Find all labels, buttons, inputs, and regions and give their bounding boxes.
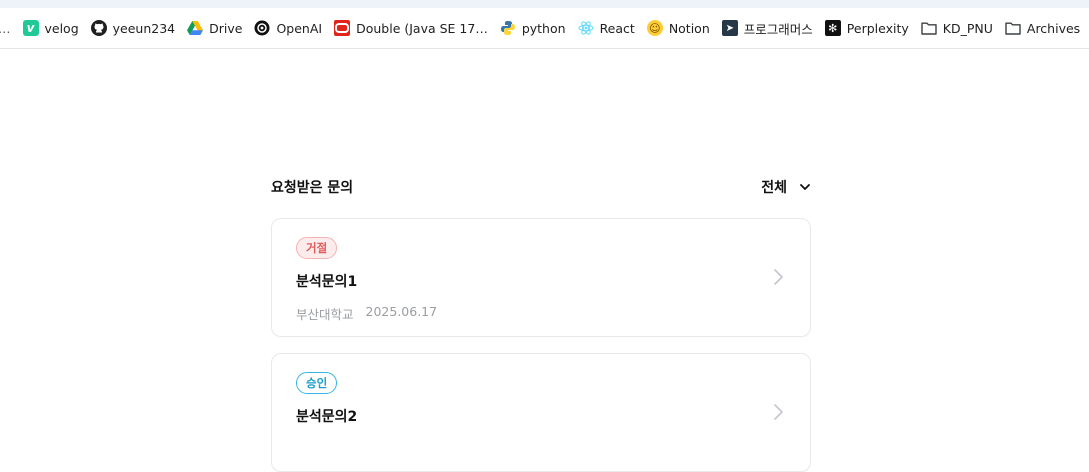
filter-label: 전체 [761,180,787,196]
inquiry-title: 분석문의1 [296,274,358,290]
bookmark-label: Archives [1026,20,1081,36]
bookmark-label: velog [44,20,79,36]
inquiry-title: 분석문의2 [296,409,358,425]
bookmarks-bar: … v velog yeeun234 Drive OpenAI Double (… [0,8,1089,49]
bookmark-label: KD_PNU [942,20,993,36]
folder-icon [921,20,937,36]
bookmark-programmers[interactable]: ➤ 프로그래머스 [716,15,819,41]
bookmark-label: python [521,20,566,36]
bookmark-notion[interactable]: ☺ Notion [641,15,716,41]
oracle-icon [334,20,351,36]
bookmark-perplexity[interactable]: ✻ Perplexity [819,15,915,41]
bookmark-label: OpenAI [276,20,323,36]
page-title: 요청받은 문의 [271,180,354,196]
bookmark-label: Notion [668,20,710,36]
openai-icon [254,20,270,36]
bookmark-label: Drive [209,20,243,36]
python-icon [500,20,516,36]
bookmark-react[interactable]: React [572,15,641,41]
smiley-icon: ☺ [646,20,663,36]
folder-icon [1005,20,1021,36]
bookmark-folder-archives[interactable]: Archives [999,15,1086,41]
status-badge: 거절 [296,237,338,259]
inquiry-card[interactable]: 승인 분석문의2 [271,353,811,472]
section-header: 요청받은 문의 전체 [271,174,811,200]
bookmark-label: React [599,20,635,36]
chevron-down-icon [799,181,811,193]
bookmark-label: Double (Java SE 17… [356,20,488,36]
inquiry-organization: 부산대학교 [296,307,354,322]
bookmark-label: 프로그래머스 [743,21,813,37]
bookmark-github[interactable]: yeeun234 [85,15,181,41]
inquiry-date: 2025.06.17 [365,304,438,319]
programmers-icon: ➤ [721,20,738,36]
velog-icon: v [22,20,39,36]
bookmark-label: Perplexity [846,20,909,36]
inquiry-card[interactable]: 거절 분석문의1 부산대학교 2025.06.17 [271,218,811,337]
bookmark-python[interactable]: python [494,15,572,41]
bookmark-label: … [0,21,11,36]
perplexity-icon: ✻ [824,20,841,36]
status-badge: 승인 [296,372,338,394]
bookmark-drive[interactable]: Drive [181,15,248,41]
bookmark-label: yeeun234 [112,20,176,36]
github-icon [90,20,107,36]
google-drive-icon [187,20,204,36]
chevron-right-icon [772,402,784,422]
inquiry-meta: 부산대학교 2025.06.17 [296,304,437,323]
bookmark-openai[interactable]: OpenAI [248,15,328,41]
bookmark-truncated[interactable]: … [0,15,17,41]
status-filter-dropdown[interactable]: 전체 [761,177,811,197]
chevron-right-icon [772,267,784,287]
bookmark-folder-kd-pnu[interactable]: KD_PNU [915,15,999,41]
browser-top-strip [0,0,1089,8]
bookmark-velog[interactable]: v velog [17,15,85,41]
react-icon [578,20,594,36]
bookmark-java-docs[interactable]: Double (Java SE 17… [328,15,494,41]
